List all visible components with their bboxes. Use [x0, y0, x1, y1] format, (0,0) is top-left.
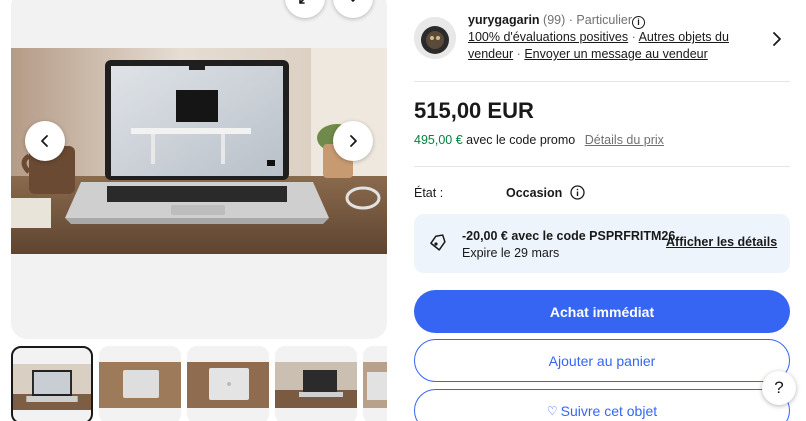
seller-info: yurygagarin (99) · Particulier i 100% d'é…	[468, 12, 758, 63]
item-price: 515,00 EUR	[414, 98, 534, 123]
chevron-right-icon	[350, 135, 357, 147]
image-gallery	[11, 0, 387, 339]
heart-icon	[350, 0, 356, 3]
thumbnail-2[interactable]	[99, 346, 181, 421]
coupon-title: -20,00 € avec le code PSPRFRITM26	[462, 229, 676, 243]
coupon-details-link[interactable]: Afficher les détails	[666, 235, 777, 249]
promo-text: avec le code promo	[466, 133, 576, 147]
tag-icon	[430, 234, 446, 251]
condition-value: Occasion	[506, 186, 563, 200]
thumbnail-1[interactable]	[11, 346, 93, 421]
divider	[414, 81, 790, 82]
expand-button[interactable]	[285, 0, 325, 18]
thumbnail-4[interactable]	[275, 346, 357, 421]
favorite-button[interactable]	[333, 0, 373, 18]
chevron-left-icon	[41, 135, 48, 147]
seller-feedback-count: (99)	[543, 13, 566, 27]
separator: ·	[516, 47, 521, 61]
info-icon[interactable]: i	[632, 16, 645, 29]
watch-item-button[interactable]: ♡ Suivre cet objet	[414, 389, 790, 421]
positive-feedback-link[interactable]: 100% d'évaluations positives	[468, 30, 628, 44]
divider	[414, 166, 790, 167]
thumbnail-strip	[11, 346, 387, 421]
seller-avatar	[414, 17, 456, 59]
thumbnail-5[interactable]	[363, 346, 387, 421]
main-product-photo[interactable]	[11, 48, 387, 254]
chevron-right-icon[interactable]	[770, 30, 784, 48]
watch-item-label: Suivre cet objet	[560, 402, 658, 419]
info-icon[interactable]	[570, 185, 585, 200]
seller-name[interactable]: yurygagarin	[468, 13, 540, 27]
previous-image-button[interactable]	[25, 121, 65, 161]
thumbnail-3[interactable]	[187, 346, 269, 421]
help-button[interactable]: ?	[762, 371, 796, 405]
next-image-button[interactable]	[333, 121, 373, 161]
heart-icon: ♡	[546, 403, 558, 418]
buy-now-button[interactable]: Achat immédiat	[414, 290, 790, 333]
condition-label: État :	[414, 186, 444, 200]
separator: ·	[568, 13, 573, 27]
separator: ·	[631, 30, 636, 44]
coupon-banner: -20,00 € avec le code PSPRFRITM26 Expire…	[414, 214, 790, 273]
promo-price-line: 495,00 € avec le code promo Détails du p…	[414, 133, 664, 147]
promo-price: 495,00 €	[414, 133, 463, 147]
seller-type: Particulier	[576, 13, 632, 27]
contact-seller-link[interactable]: Envoyer un message au vendeur	[524, 47, 707, 61]
add-to-cart-button[interactable]: Ajouter au panier	[414, 339, 790, 382]
seller-card[interactable]: yurygagarin (99) · Particulier i 100% d'é…	[414, 12, 790, 72]
price-details-link[interactable]: Détails du prix	[585, 133, 664, 147]
coupon-expiry: Expire le 29 mars	[462, 246, 560, 260]
expand-icon	[299, 0, 305, 4]
